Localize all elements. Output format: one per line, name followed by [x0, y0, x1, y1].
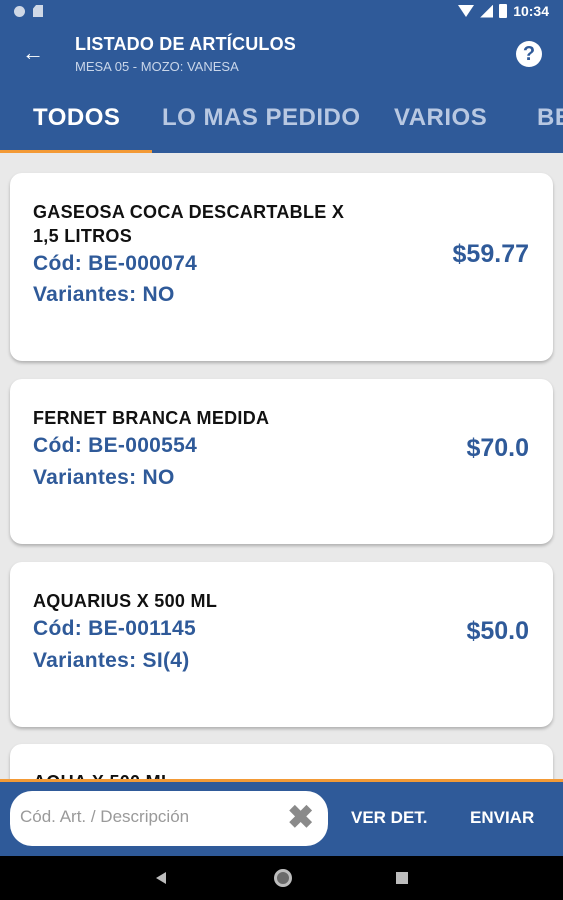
items-list[interactable]: GASEOSA COCA DESCARTABLE X 1,5 LITROS Có…: [0, 153, 563, 779]
list-item[interactable]: FERNET BRANCA MEDIDA Cód: BE-000554 Vari…: [10, 379, 553, 544]
status-time: 10:34: [513, 3, 549, 19]
signal-icon: [480, 4, 494, 18]
item-name: FERNET BRANCA MEDIDA: [33, 408, 270, 428]
search-box[interactable]: ✖: [10, 791, 328, 846]
item-variants: Variantes: SI(4): [33, 649, 190, 672]
item-name: AQUARIUS X 500 ML: [33, 591, 218, 611]
page-subtitle: MESA 05 - MOZO: VANESA: [75, 59, 239, 74]
item-price: $50.0: [466, 617, 529, 645]
status-bar: 10:34: [0, 0, 563, 24]
item-name: GASEOSA COCA DESCARTABLE X 1,5 LITROS: [33, 202, 345, 246]
search-input[interactable]: [20, 807, 280, 827]
nav-home-icon[interactable]: [274, 869, 292, 887]
item-name: AQUA X 500 ML: [33, 770, 363, 779]
tab-lo-mas-pedido[interactable]: LO MAS PEDIDO: [162, 104, 361, 132]
app-bar: ← LISTADO DE ARTÍCULOS MESA 05 - MOZO: V…: [0, 24, 563, 84]
bottom-bar: ✖ VER DET. ENVIAR: [0, 782, 563, 856]
item-variants: Variantes: NO: [33, 283, 175, 306]
notification-dot-icon: [14, 5, 25, 17]
item-code: Cód: BE-000554: [33, 434, 198, 457]
tab-varios[interactable]: VARIOS: [394, 104, 487, 132]
item-variants: Variantes: NO: [33, 466, 175, 489]
list-item[interactable]: GASEOSA COCA DESCARTABLE X 1,5 LITROS Có…: [10, 173, 553, 361]
item-code: Cód: BE-000074: [33, 252, 198, 275]
clear-icon[interactable]: ✖: [287, 799, 314, 835]
item-price: $70.0: [466, 434, 529, 462]
nav-back-icon[interactable]: [156, 872, 166, 884]
help-icon[interactable]: ?: [516, 41, 542, 67]
wifi-icon: [458, 5, 475, 17]
sd-card-icon: [33, 5, 43, 17]
item-code: Cód: BE-001145: [33, 617, 196, 640]
list-item[interactable]: AQUA X 500 ML: [10, 744, 553, 779]
back-arrow-icon[interactable]: ←: [22, 40, 44, 66]
category-tabs: TODOS LO MAS PEDIDO VARIOS BEBIDAS: [0, 84, 563, 153]
tab-bebidas[interactable]: BEBIDAS: [537, 104, 563, 132]
item-price: $59.77: [452, 240, 529, 268]
list-item[interactable]: AQUARIUS X 500 ML Cód: BE-001145 Variant…: [10, 562, 553, 727]
page-title: LISTADO DE ARTÍCULOS: [75, 34, 296, 54]
tab-todos[interactable]: TODOS: [33, 104, 120, 132]
system-nav-bar: [0, 856, 563, 900]
nav-recents-icon[interactable]: [396, 872, 408, 884]
send-button[interactable]: ENVIAR: [470, 808, 534, 828]
view-details-button[interactable]: VER DET.: [351, 808, 428, 828]
battery-icon: [499, 4, 508, 18]
